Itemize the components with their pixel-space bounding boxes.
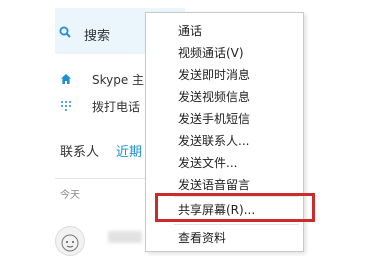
contact-tabs: 联系人 近期 bbox=[60, 141, 142, 160]
dialpad-icon bbox=[61, 101, 71, 111]
contact-name-redacted bbox=[108, 231, 142, 243]
divider bbox=[55, 178, 155, 179]
skype-window: 搜索 Skype 主 拨打电话 联系人 近期 今天 通话 视频通话(V) 发送即… bbox=[0, 0, 375, 256]
left-pane: 搜索 Skype 主 拨打电话 联系人 近期 今天 bbox=[0, 0, 185, 256]
tab-recent[interactable]: 近期 bbox=[116, 141, 142, 160]
menu-item-send-video-message[interactable]: 发送视频信息 bbox=[178, 88, 250, 106]
menu-item-send-file[interactable]: 发送文件... bbox=[178, 154, 237, 172]
section-header-today: 今天 bbox=[60, 190, 80, 201]
menu-item-send-contacts[interactable]: 发送联系人... bbox=[178, 132, 249, 150]
avatar[interactable] bbox=[55, 226, 85, 256]
avatar-illustration-icon bbox=[61, 234, 79, 252]
share-screen-highlight-box bbox=[155, 193, 315, 222]
home-icon bbox=[61, 74, 71, 84]
menu-item-send-sms[interactable]: 发送手机短信 bbox=[178, 110, 250, 128]
nav-item-home-label: Skype 主 bbox=[92, 73, 145, 87]
search-label[interactable]: 搜索 bbox=[84, 25, 110, 44]
menu-item-video-call[interactable]: 视频通话(V) bbox=[178, 44, 244, 62]
nav-item-dial-label: 拨打电话 bbox=[92, 100, 141, 114]
menu-item-send-voice-message[interactable]: 发送语音留言 bbox=[178, 176, 250, 194]
menu-item-send-im[interactable]: 发送即时消息 bbox=[178, 66, 250, 84]
menu-item-view-profile[interactable]: 查看资料 bbox=[178, 229, 226, 247]
search-icon bbox=[59, 26, 71, 38]
menu-item-call[interactable]: 通话 bbox=[178, 22, 202, 40]
menu-separator bbox=[174, 224, 299, 225]
tab-contacts[interactable]: 联系人 bbox=[60, 145, 99, 160]
